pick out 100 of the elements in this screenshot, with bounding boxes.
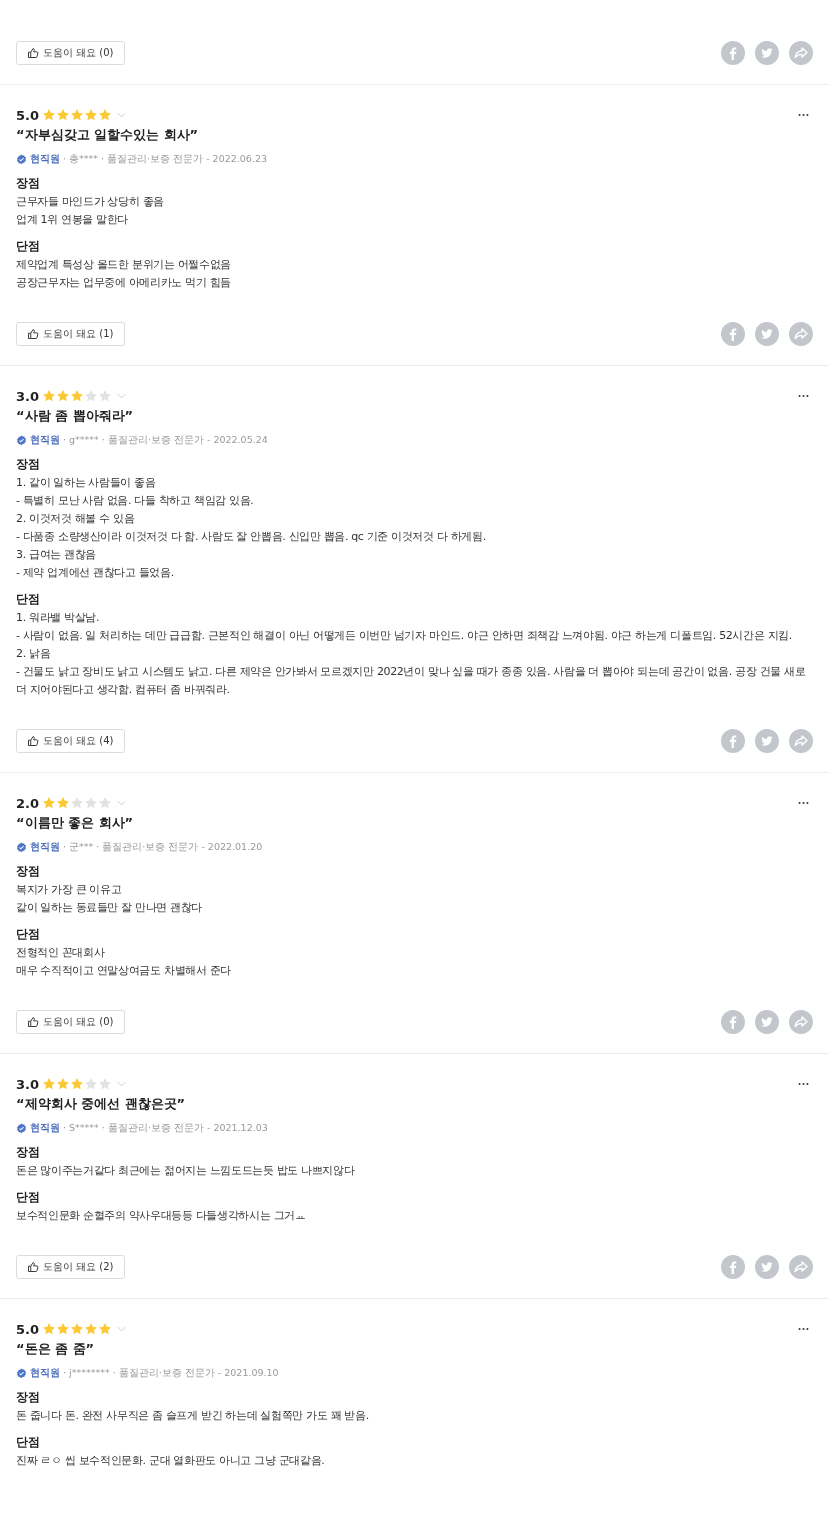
review-text: 공장근무자는 업무중에 아메리카노 먹기 힘듬 <box>16 275 232 291</box>
helpful-button[interactable]: 도움이 돼요 (4) <box>16 729 125 753</box>
verified-badge-icon <box>16 1368 27 1379</box>
twitter-icon[interactable] <box>755 322 779 346</box>
review-meta: · j******** · 품질관리·보증 전문가 - 2021.09.10 <box>63 1367 279 1380</box>
review-text: 돈은 많이주는거같다 최근에는 젊어지는 느낌도드는듯 밥도 나쁘지않다 <box>16 1163 356 1179</box>
review-text: 보수적인문화 순혈주의 약사우대등등 다들생각하시는 그거ㅛ <box>16 1208 307 1224</box>
employee-status: 현직원 <box>30 1122 60 1135</box>
employee-status: 현직원 <box>30 153 60 166</box>
star-icon <box>70 389 85 403</box>
review-text: 제약업계 특성상 올드한 분위기는 어쩔수없음 <box>16 257 232 273</box>
verified-badge-icon <box>16 1123 27 1134</box>
thumbs-up-icon <box>27 1016 39 1028</box>
star-icon <box>84 389 99 403</box>
twitter-icon[interactable] <box>755 1010 779 1034</box>
share-icon[interactable] <box>789 322 813 346</box>
more-icon[interactable] <box>798 113 809 117</box>
twitter-icon[interactable] <box>755 1255 779 1279</box>
star-icon <box>56 1077 71 1091</box>
star-icon <box>70 108 85 122</box>
facebook-icon[interactable] <box>721 1255 745 1279</box>
section-heading: 단점 <box>16 1190 41 1205</box>
thumbs-up-icon <box>27 1261 39 1273</box>
star-icon <box>42 1322 57 1336</box>
share-icon[interactable] <box>789 1255 813 1279</box>
star-icon <box>98 1077 113 1091</box>
employee-status: 현직원 <box>30 434 60 447</box>
verified-badge-icon <box>16 154 27 165</box>
review-text: 업계 1위 연봉을 말한다 <box>16 212 129 228</box>
twitter-icon[interactable] <box>755 41 779 65</box>
review-text: - 건물도 낡고 장비도 낡고 시스템도 낡고. 다른 제약은 안가봐서 모르겠지만 2022년이 맞나 싶을 때가 종종 있음. 사람을 더 뽑아야 되는데 공간이 없음. 공장 건물 새로 더 지어야된다고 생각함. 컴퓨터 좀 바꿔줘라. <box>16 664 807 698</box>
review-text: 근무자들 마인드가 상당히 좋음 <box>16 194 165 210</box>
review-text: - 사람이 없음. 일 처리하는 데만 급급함. 근본적인 해결이 아닌 어떻게든 이번만 넘기자 마인드. 야근 안하면 죄책감 느껴야됨. 야근 하는게 디폴트임. 52시간은 지킴. <box>16 628 793 644</box>
more-icon[interactable] <box>798 1327 809 1331</box>
section-heading: 장점 <box>16 864 41 879</box>
star-icon <box>84 1322 99 1336</box>
share-icon[interactable] <box>789 41 813 65</box>
star-icon <box>70 796 85 810</box>
review-title: “자부심갖고 일할수있는 회사” <box>16 126 200 144</box>
rating-value: 5.0 <box>16 107 40 123</box>
review-text: 같이 일하는 동료들만 잘 만나면 괜찮다 <box>16 900 204 916</box>
star-icon <box>98 389 113 403</box>
thumbs-up-icon <box>27 47 39 59</box>
chevron-down-icon[interactable] <box>117 1326 127 1332</box>
review-meta: · g***** · 품질관리·보증 전문가 - 2022.05.24 <box>63 434 268 447</box>
helpful-button[interactable]: 도움이 돼요 (0) <box>16 41 125 65</box>
star-icon <box>98 1322 113 1336</box>
section-heading: 단점 <box>16 239 41 254</box>
review-text: 매우 수직적이고 연말상여금도 차별해서 준다 <box>16 963 232 979</box>
rating-value: 2.0 <box>16 795 40 811</box>
employee-status: 현직원 <box>30 1367 60 1380</box>
star-icon <box>56 389 71 403</box>
twitter-icon[interactable] <box>755 729 779 753</box>
star-icon <box>56 796 71 810</box>
facebook-icon[interactable] <box>721 729 745 753</box>
chevron-down-icon[interactable] <box>117 393 127 399</box>
star-icon <box>42 1077 57 1091</box>
section-heading: 장점 <box>16 457 41 472</box>
review-text: 3. 급여는 괜찮음 <box>16 547 97 563</box>
review-text: 돈 줍니다 돈. 완전 사무직은 좀 슬프게 받긴 하는데 실험쪽만 가도 꽤 받음. <box>16 1408 370 1424</box>
facebook-icon[interactable] <box>721 322 745 346</box>
thumbs-up-icon <box>27 735 39 747</box>
section-heading: 장점 <box>16 1390 41 1405</box>
helpful-button[interactable]: 도움이 돼요 (2) <box>16 1255 125 1279</box>
share-icon[interactable] <box>789 729 813 753</box>
review-text: 1. 같이 일하는 사람들이 좋음 <box>16 475 157 491</box>
review-title: “사람 좀 뽑아줘라” <box>16 407 135 425</box>
section-heading: 단점 <box>16 927 41 942</box>
employee-status: 현직원 <box>30 841 60 854</box>
helpful-button[interactable]: 도움이 돼요 (1) <box>16 322 125 346</box>
star-icon <box>56 1322 71 1336</box>
helpful-button[interactable]: 도움이 돼요 (0) <box>16 1010 125 1034</box>
section-heading: 장점 <box>16 1145 41 1160</box>
review-title: “돈은 좀 줌” <box>16 1340 96 1358</box>
more-icon[interactable] <box>798 801 809 805</box>
rating-value: 3.0 <box>16 388 40 404</box>
facebook-icon[interactable] <box>721 1010 745 1034</box>
more-icon[interactable] <box>798 394 809 398</box>
review-meta: · 군*** · 품질관리·보증 전문가 - 2022.01.20 <box>63 841 263 854</box>
star-icon <box>70 1077 85 1091</box>
star-icon <box>84 1077 99 1091</box>
share-icon[interactable] <box>789 1010 813 1034</box>
review-text: 복지가 가장 큰 이유고 <box>16 882 123 898</box>
star-icon <box>98 108 113 122</box>
review-text: 1. 워라밸 박살남. <box>16 610 101 626</box>
more-icon[interactable] <box>798 1082 809 1086</box>
rating-value: 3.0 <box>16 1076 40 1092</box>
review-meta: · 총**** · 품질관리·보증 전문가 - 2022.06.23 <box>63 153 267 166</box>
review-meta: · S***** · 품질관리·보증 전문가 - 2021.12.03 <box>63 1122 268 1135</box>
chevron-down-icon[interactable] <box>117 112 127 118</box>
chevron-down-icon[interactable] <box>117 800 127 806</box>
facebook-icon[interactable] <box>721 41 745 65</box>
star-icon <box>56 108 71 122</box>
review-text: - 제약 업계에선 괜찮다고 들었음. <box>16 565 175 581</box>
chevron-down-icon[interactable] <box>117 1081 127 1087</box>
review-text: 2. 낡음 <box>16 646 52 662</box>
verified-badge-icon <box>16 435 27 446</box>
star-icon <box>70 1322 85 1336</box>
section-heading: 단점 <box>16 592 41 607</box>
star-icon <box>98 796 113 810</box>
